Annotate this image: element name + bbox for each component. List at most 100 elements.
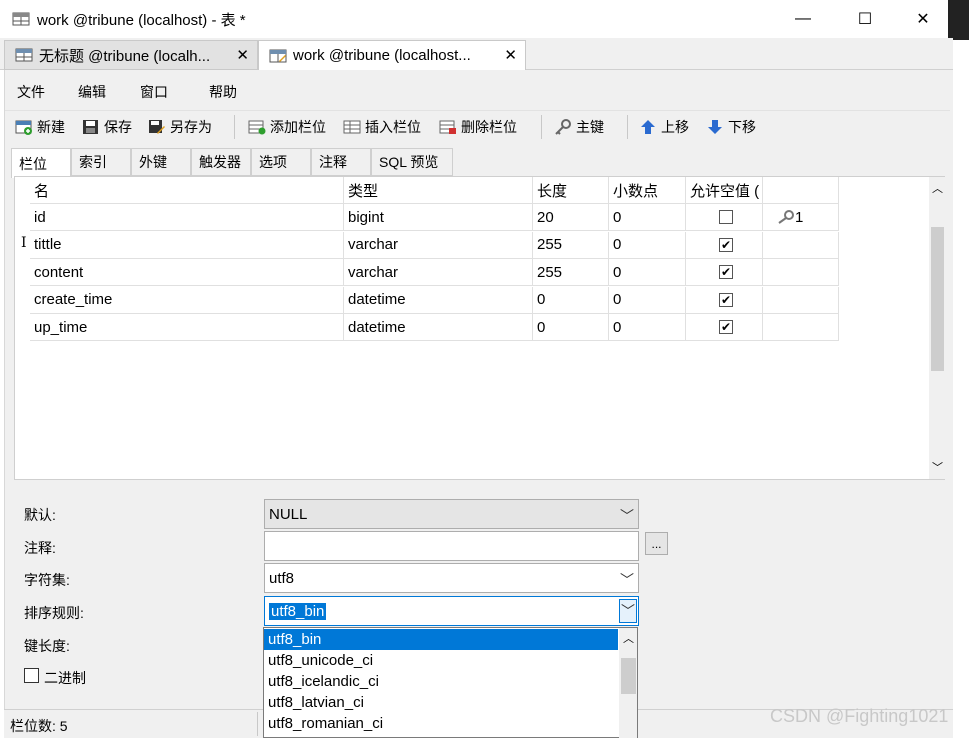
menu-help[interactable]: 帮助: [209, 82, 237, 102]
field-name-cell[interactable]: content: [30, 259, 344, 286]
tab-options[interactable]: 选项: [251, 148, 311, 176]
column-header-name[interactable]: 名: [30, 177, 344, 204]
dropdown-scrollbar[interactable]: ︿: [619, 628, 637, 738]
charset-value: utf8: [269, 569, 295, 587]
column-header-type[interactable]: 类型: [344, 177, 533, 204]
fields-grid: 名 类型 长度 小数点 允许空值 ( I id bigint 20 0 1 tittle v…: [14, 176, 945, 480]
status-divider: [257, 712, 258, 736]
field-decimals-cell[interactable]: 0: [609, 314, 686, 341]
scroll-up-icon[interactable]: ︿: [623, 630, 634, 646]
save-label: 保存: [104, 119, 132, 135]
nullable-cell[interactable]: ✔: [686, 314, 763, 341]
collation-value: utf8_bin: [269, 602, 327, 620]
tab-indexes[interactable]: 索引: [71, 148, 131, 176]
insert-column-label: 插入栏位: [365, 119, 421, 135]
field-name-cell[interactable]: tittle: [30, 231, 344, 259]
delete-column-button[interactable]: 删除栏位: [439, 116, 517, 138]
tab-sql-preview[interactable]: SQL 预览: [371, 148, 453, 176]
collation-option[interactable]: utf8_icelandic_ci: [264, 671, 618, 692]
binary-checkbox[interactable]: [24, 668, 39, 683]
comment-input[interactable]: [264, 531, 639, 561]
key-cell[interactable]: [763, 231, 839, 259]
charset-select[interactable]: utf8 ﹀: [264, 563, 639, 593]
scroll-down-icon[interactable]: ﹀: [932, 459, 943, 475]
tab-triggers[interactable]: 触发器: [191, 148, 251, 176]
field-decimals-cell[interactable]: 0: [609, 259, 686, 286]
column-header-key[interactable]: [763, 177, 839, 204]
collation-option[interactable]: utf8_latvian_ci: [264, 692, 618, 713]
maximize-button[interactable]: ☐: [842, 4, 888, 34]
nullable-cell[interactable]: ✔: [686, 259, 763, 286]
collation-dropdown-list: utf8_bin utf8_unicode_ci utf8_icelandic_…: [263, 627, 638, 738]
add-column-button[interactable]: 添加栏位: [248, 116, 326, 138]
move-down-button[interactable]: 下移: [706, 116, 756, 138]
collation-option[interactable]: utf8_romanian_ci: [264, 713, 618, 734]
key-cell[interactable]: [763, 314, 839, 341]
save-button[interactable]: 保存: [82, 116, 132, 138]
chevron-down-icon[interactable]: ﹀: [619, 599, 637, 623]
nullable-cell[interactable]: ✔: [686, 231, 763, 259]
primary-key-button[interactable]: 主键: [554, 116, 604, 138]
minimize-button[interactable]: —: [780, 4, 826, 34]
field-type-cell[interactable]: bigint: [344, 204, 533, 231]
tab-comment[interactable]: 注释: [311, 148, 371, 176]
nullable-checkbox[interactable]: ✔: [719, 265, 733, 279]
scroll-thumb[interactable]: [621, 658, 636, 694]
new-button[interactable]: 新建: [15, 116, 65, 138]
tab-fields[interactable]: 栏位: [11, 148, 71, 178]
nullable-cell[interactable]: ✔: [686, 286, 763, 314]
field-length-cell[interactable]: 0: [533, 314, 609, 341]
nullable-checkbox[interactable]: ✔: [719, 292, 733, 307]
field-decimals-cell[interactable]: 0: [609, 286, 686, 314]
field-type-cell[interactable]: datetime: [344, 314, 533, 341]
nullable-checkbox[interactable]: [719, 210, 733, 224]
move-down-label: 下移: [728, 119, 756, 135]
collation-select[interactable]: utf8_bin ﹀: [264, 596, 639, 626]
menu-edit[interactable]: 编辑: [78, 82, 106, 102]
field-name-cell[interactable]: create_time: [30, 286, 344, 314]
menu-file[interactable]: 文件: [17, 82, 45, 102]
move-up-button[interactable]: 上移: [639, 116, 689, 138]
field-decimals-cell[interactable]: 0: [609, 204, 686, 231]
toolbar: 新建 保存 另存为 添加栏位 插入栏位 删除栏位 主键 上移 下移: [5, 110, 950, 142]
tab-close-icon[interactable]: ✕: [236, 46, 249, 64]
key-cell[interactable]: 1: [763, 204, 839, 231]
table-edit-icon: [269, 49, 287, 62]
menu-window[interactable]: 窗口: [140, 82, 168, 102]
key-cell[interactable]: [763, 259, 839, 286]
field-length-cell[interactable]: 255: [533, 259, 609, 286]
column-header-length[interactable]: 长度: [533, 177, 609, 204]
field-type-cell[interactable]: datetime: [344, 286, 533, 314]
primary-key-label: 主键: [576, 119, 604, 135]
key-cell[interactable]: [763, 286, 839, 314]
comment-ellipsis-button[interactable]: ...: [645, 532, 668, 555]
insert-column-button[interactable]: 插入栏位: [343, 116, 421, 138]
grid-vertical-scrollbar[interactable]: ︿ ﹀: [929, 177, 945, 479]
save-as-icon: [149, 120, 165, 134]
field-name-cell[interactable]: id: [30, 204, 344, 231]
menu-bar: 文件 编辑 窗口 帮助: [5, 78, 950, 106]
close-window-button[interactable]: ✕: [900, 4, 946, 34]
nullable-checkbox[interactable]: ✔: [719, 320, 733, 334]
field-name-cell[interactable]: up_time: [30, 314, 344, 341]
field-length-cell[interactable]: 0: [533, 286, 609, 314]
scroll-thumb[interactable]: [931, 227, 944, 371]
field-type-cell[interactable]: varchar: [344, 259, 533, 286]
field-type-cell[interactable]: varchar: [344, 231, 533, 259]
column-header-nullable[interactable]: 允许空值 (: [686, 177, 763, 204]
tab-foreign-keys[interactable]: 外键: [131, 148, 191, 176]
nullable-cell[interactable]: [686, 204, 763, 231]
field-length-cell[interactable]: 20: [533, 204, 609, 231]
collation-option[interactable]: utf8_unicode_ci: [264, 650, 618, 671]
field-length-cell[interactable]: 255: [533, 231, 609, 259]
field-decimals-cell[interactable]: 0: [609, 231, 686, 259]
tab-work[interactable]: work @tribune (localhost... ✕: [258, 40, 526, 70]
collation-option[interactable]: utf8_bin: [264, 629, 618, 650]
nullable-checkbox[interactable]: ✔: [719, 237, 733, 252]
scroll-up-icon[interactable]: ︿: [932, 180, 943, 196]
tab-untitled[interactable]: 无标题 @tribune (localh... ✕: [4, 40, 258, 70]
save-as-button[interactable]: 另存为: [148, 116, 212, 138]
tab-close-icon[interactable]: ✕: [504, 46, 517, 64]
column-header-decimals[interactable]: 小数点: [609, 177, 686, 204]
default-select[interactable]: NULL ﹀: [264, 499, 639, 529]
